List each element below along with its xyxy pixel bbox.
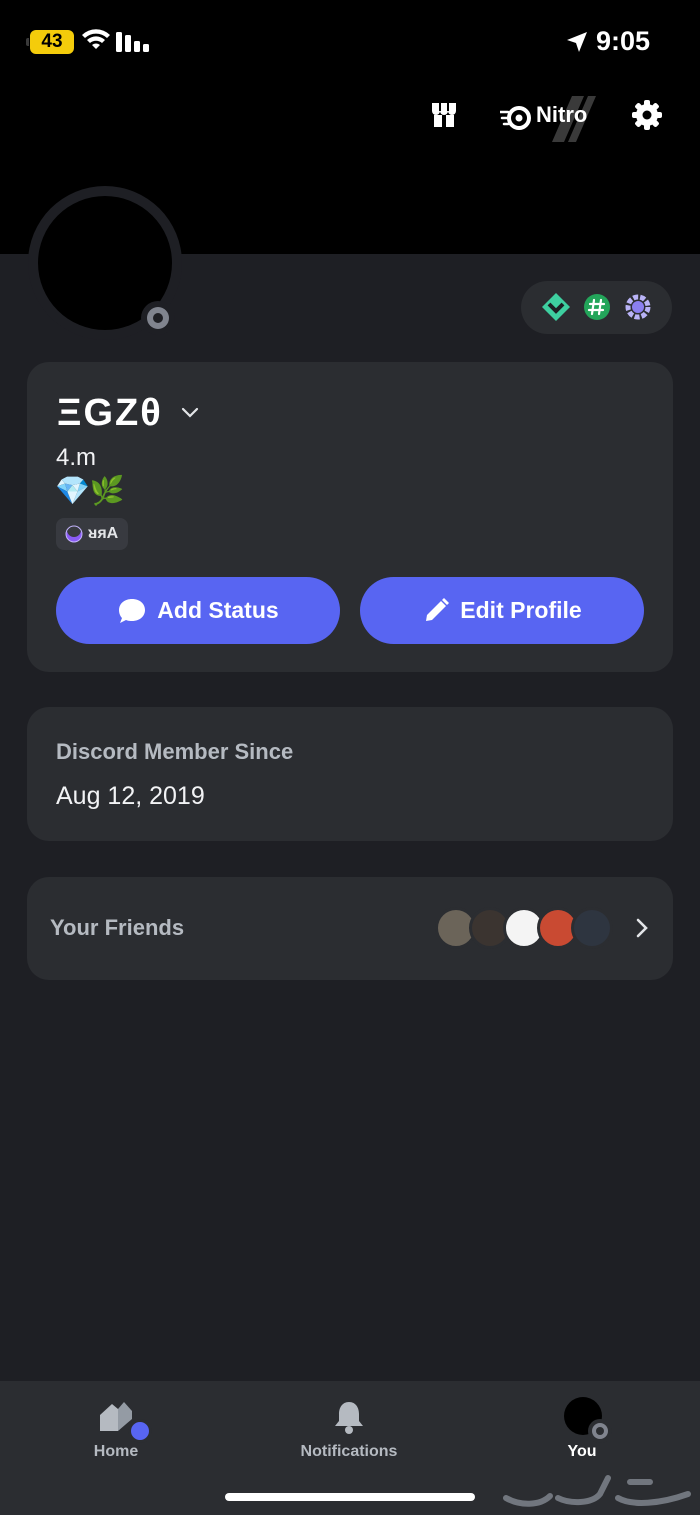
hashtag-badge-icon [584,294,610,320]
member-since-card: Discord Member Since Aug 12, 2019 [27,707,673,841]
nitro-label: Nitro [536,102,588,127]
username: 4.m [56,444,97,471]
nitro-button[interactable]: Nitro [500,96,596,142]
nav-home-label: Home [93,1443,139,1460]
home-unread-badge [128,1419,152,1443]
nav-you-label: You [567,1443,597,1460]
clock: 9:05 [596,26,651,56]
nav-notifications[interactable]: Notifications [279,1397,419,1467]
battery-indicator: 43 [26,30,74,54]
location-icon [567,32,587,52]
hypesquad-badge-icon [542,293,570,321]
pencil-icon [426,597,450,621]
member-since-label: Discord Member Since [56,739,294,764]
your-friends-row[interactable]: Your Friends [27,877,673,980]
shop-icon[interactable] [429,100,459,130]
moon-icon [65,524,83,543]
clan-tag-text: ᴚяA [88,525,119,542]
add-status-label: Add Status [157,597,279,623]
member-since-date: Aug 12, 2019 [56,782,205,810]
offline-status-icon [588,1419,612,1443]
bell-icon [335,1402,363,1434]
your-friends-label: Your Friends [50,915,185,940]
profile-card: ΞGZθ 4.m 💎🌿 ᴚяA Add Status Edit Profile [27,362,673,672]
wifi-icon [82,29,110,49]
profile-badges[interactable] [521,281,672,334]
edit-profile-label: Edit Profile [460,597,582,623]
status-bar: 43 9:05 [0,0,700,86]
nitro-logo-icon [500,106,531,130]
nav-notifications-label: Notifications [300,1443,398,1460]
watermark-logo-icon [503,1475,691,1507]
signal-icon [116,32,149,52]
clan-tag[interactable]: ᴚяA [56,518,129,550]
home-indicator [225,1493,475,1501]
gear-icon[interactable] [632,100,662,130]
chevron-right-icon [636,918,648,938]
display-name[interactable]: ΞGZθ [57,392,163,435]
friend-avatar [571,907,613,949]
profile-screen: 43 9:05 Nitro ΞGZθ 4.m 💎🌿 ᴚяA Add Status… [0,0,700,1515]
chevron-down-icon[interactable] [181,406,199,418]
laurel-badge-icon [625,294,651,320]
emoji-row: 💎🌿 [55,475,125,506]
offline-status-icon [141,301,175,335]
edit-profile-button[interactable]: Edit Profile [360,577,644,644]
nav-you[interactable]: You [512,1397,652,1467]
nav-home[interactable]: Home [46,1397,186,1467]
speech-bubble-icon [119,598,146,623]
add-status-button[interactable]: Add Status [56,577,340,644]
